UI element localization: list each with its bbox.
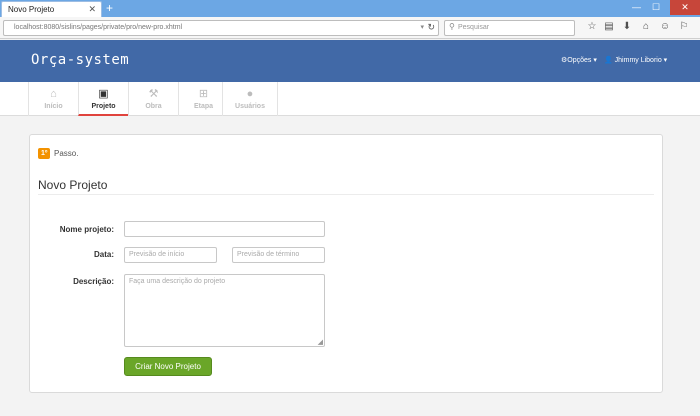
brand-logo[interactable]: Orça-system	[31, 52, 129, 68]
module-tab-inicio[interactable]: ⌂ Início	[28, 82, 78, 116]
search-bar[interactable]: ⚲ Pesquisar	[444, 20, 575, 36]
home-icon[interactable]: ⌂	[638, 19, 654, 35]
module-tab-usuarios[interactable]: ● Usuários	[222, 82, 278, 116]
pocket-icon[interactable]: ⚐	[676, 19, 692, 35]
briefcase-icon: ▣	[98, 88, 109, 100]
resize-grip-icon[interactable]: ◢	[318, 338, 323, 346]
project-name-input[interactable]	[124, 221, 325, 237]
browser-tab-strip: Novo Projeto ✕ + — ☐ ✕	[0, 0, 700, 17]
date-label: Data:	[93, 250, 114, 259]
module-tab-label: Início	[44, 103, 63, 110]
browser-tab[interactable]: Novo Projeto ✕	[1, 1, 102, 17]
search-placeholder: Pesquisar	[458, 24, 490, 31]
module-tab-etapa[interactable]: ⊞ Etapa	[178, 82, 228, 116]
reading-list-icon[interactable]: ▤	[601, 19, 617, 35]
description-placeholder: Faça uma descrição do projeto	[129, 278, 226, 285]
chat-icon[interactable]: ☺	[657, 19, 673, 35]
user-icon: ●	[246, 88, 254, 100]
module-tab-label: Etapa	[193, 103, 214, 110]
new-tab-button[interactable]: +	[106, 1, 113, 15]
close-tab-icon[interactable]: ✕	[88, 4, 96, 15]
description-label: Descrição:	[73, 277, 114, 286]
browser-tab-title: Novo Projeto	[8, 5, 55, 14]
page-title: Novo Projeto	[38, 178, 108, 192]
step-badge: 1º	[38, 148, 51, 159]
create-project-button[interactable]: Criar Novo Projeto	[124, 357, 212, 376]
url-bar[interactable]: localhost:8080/sislins/pages/private/pro…	[3, 20, 439, 36]
description-textarea[interactable]: Faça uma descrição do projeto ◢	[124, 274, 325, 347]
maximize-window-button[interactable]: ☐	[652, 2, 660, 13]
url-dropdown-icon[interactable]: ▾	[420, 23, 424, 31]
hammer-icon: ⚒	[148, 88, 159, 100]
url-text: localhost:8080/sislins/pages/private/pro…	[14, 24, 183, 31]
download-icon[interactable]: ⬇	[619, 19, 635, 35]
app-header: Orça-system ⚙Opções ▾ 👤 Jhimmy Liborio ▾	[0, 40, 700, 82]
options-menu[interactable]: ⚙Opções ▾	[561, 56, 597, 64]
home-icon: ⌂	[50, 88, 57, 100]
minimize-window-button[interactable]: —	[632, 2, 641, 12]
reload-icon[interactable]: ↻	[427, 22, 435, 33]
module-nav: ⌂ Início ▣ Projeto ⚒ Obra ⊞ Etapa ● Usuá…	[0, 82, 700, 116]
steps-icon: ⊞	[198, 88, 209, 100]
step-text: Passo.	[54, 149, 79, 158]
user-menu[interactable]: 👤 Jhimmy Liborio ▾	[604, 56, 667, 64]
module-tab-obra[interactable]: ⚒ Obra	[128, 82, 178, 116]
project-name-label: Nome projeto:	[59, 225, 114, 234]
search-icon: ⚲	[449, 22, 455, 31]
module-tab-label: Obra	[145, 103, 162, 110]
title-divider	[38, 194, 654, 195]
module-tab-label: Usuários	[235, 103, 265, 110]
module-tab-projeto[interactable]: ▣ Projeto	[78, 82, 128, 116]
start-date-input[interactable]: Previsão de início	[124, 247, 217, 263]
close-window-button[interactable]: ✕	[670, 0, 700, 15]
new-project-card: 1º Passo. Novo Projeto Nome projeto: Dat…	[29, 134, 663, 393]
module-tab-label: Projeto	[91, 103, 116, 110]
end-date-input[interactable]: Previsão de término	[232, 247, 325, 263]
bookmark-star-icon[interactable]: ☆	[584, 19, 600, 35]
